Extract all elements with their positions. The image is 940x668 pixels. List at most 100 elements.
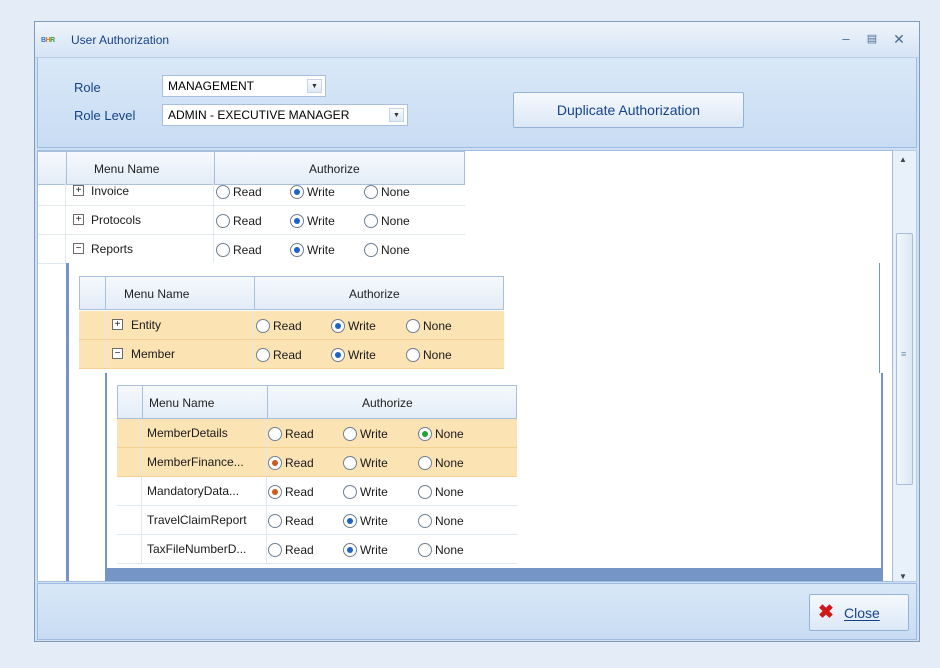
grid-row-mandatorydata[interactable]: MandatoryData... Read Write None	[117, 477, 517, 506]
close-button[interactable]: ✖ Close	[809, 594, 909, 631]
radio-button-icon[interactable]	[268, 456, 282, 470]
radio-button-icon[interactable]	[343, 456, 357, 470]
radio-button-icon[interactable]	[216, 214, 230, 228]
radio-label: Read	[233, 214, 262, 228]
radio-none[interactable]: None	[364, 243, 410, 257]
vertical-scrollbar[interactable]: ▲ ≡ ▼	[893, 150, 917, 582]
radio-button-icon[interactable]	[406, 319, 420, 333]
radio-none[interactable]: None	[406, 348, 452, 362]
radio-button-icon[interactable]	[364, 185, 378, 199]
radio-button-icon[interactable]	[418, 543, 432, 557]
minimize-icon[interactable]: –	[837, 30, 855, 48]
grid-row-memberfinance[interactable]: MemberFinance... Read Write None	[117, 448, 517, 477]
radio-button-icon[interactable]	[418, 427, 432, 441]
radio-button-icon[interactable]	[364, 214, 378, 228]
radio-read[interactable]: Read	[268, 456, 314, 470]
radio-read[interactable]: Read	[268, 485, 314, 499]
radio-button-icon[interactable]	[418, 514, 432, 528]
level3-column-menu-name: Menu Name	[149, 396, 215, 410]
scroll-down-icon[interactable]: ▼	[899, 572, 907, 581]
expand-icon[interactable]: +	[112, 319, 123, 330]
radio-button-icon[interactable]	[343, 514, 357, 528]
radio-write[interactable]: Write	[290, 243, 335, 257]
radio-read[interactable]: Read	[256, 348, 302, 362]
grid-row-protocols[interactable]: + Protocols Read Write None	[38, 206, 465, 235]
radio-label: Write	[360, 543, 388, 557]
radio-read[interactable]: Read	[256, 319, 302, 333]
radio-none[interactable]: None	[364, 185, 410, 199]
menu-name: Member	[131, 347, 176, 361]
radio-write[interactable]: Write	[290, 214, 335, 228]
radio-label: Write	[360, 485, 388, 499]
radio-write[interactable]: Write	[343, 514, 388, 528]
radio-button-icon[interactable]	[216, 185, 230, 199]
maximize-icon[interactable]: ▤	[863, 30, 881, 48]
radio-button-icon[interactable]	[290, 214, 304, 228]
grid-row-travelclaimreport[interactable]: TravelClaimReport Read Write None	[117, 506, 517, 535]
role-level-combo[interactable]: ADMIN - EXECUTIVE MANAGER ▼	[162, 104, 408, 126]
radio-button-icon[interactable]	[331, 319, 345, 333]
radio-button-icon[interactable]	[256, 319, 270, 333]
grid-row-memberdetails[interactable]: MemberDetails Read Write None	[117, 419, 517, 448]
radio-button-icon[interactable]	[406, 348, 420, 362]
radio-write[interactable]: Write	[331, 348, 376, 362]
radio-none[interactable]: None	[418, 427, 464, 441]
radio-read[interactable]: Read	[216, 214, 262, 228]
role-combo[interactable]: MANAGEMENT ▼	[162, 75, 326, 97]
grid-row-member[interactable]: − Member Read Write None	[79, 340, 504, 369]
radio-read[interactable]: Read	[268, 427, 314, 441]
radio-button-icon[interactable]	[268, 485, 282, 499]
radio-none[interactable]: None	[418, 543, 464, 557]
radio-button-icon[interactable]	[290, 243, 304, 257]
menu-name: MemberFinance...	[147, 455, 244, 469]
radio-label: Read	[285, 456, 314, 470]
expand-icon[interactable]: +	[73, 214, 84, 225]
radio-button-icon[interactable]	[268, 543, 282, 557]
chevron-down-icon[interactable]: ▼	[307, 79, 322, 93]
duplicate-authorization-button[interactable]: Duplicate Authorization	[513, 92, 744, 128]
grid-row-entity[interactable]: + Entity Read Write None	[79, 311, 504, 340]
radio-read[interactable]: Read	[268, 543, 314, 557]
radio-none[interactable]: None	[406, 319, 452, 333]
radio-read[interactable]: Read	[268, 514, 314, 528]
grid-row-taxfilenumberd[interactable]: TaxFileNumberD... Read Write None	[117, 535, 517, 564]
radio-none[interactable]: None	[418, 485, 464, 499]
grid-row-invoice[interactable]: + Invoice Read Write None	[38, 177, 465, 206]
radio-button-icon[interactable]	[268, 514, 282, 528]
radio-none[interactable]: None	[364, 214, 410, 228]
radio-label: Write	[348, 348, 376, 362]
collapse-icon[interactable]: −	[112, 348, 123, 359]
collapse-icon[interactable]: −	[73, 243, 84, 254]
radio-write[interactable]: Write	[343, 543, 388, 557]
expand-icon[interactable]: +	[73, 185, 84, 196]
reports-detail-panel: Menu Name Authorize + Entity Read Write None…	[69, 263, 883, 581]
close-icon[interactable]: ✕	[890, 30, 908, 48]
radio-button-icon[interactable]	[343, 427, 357, 441]
radio-write[interactable]: Write	[343, 456, 388, 470]
grid-row-reports[interactable]: − Reports Read Write None	[38, 235, 465, 264]
radio-write[interactable]: Write	[290, 185, 335, 199]
radio-button-icon[interactable]	[331, 348, 345, 362]
radio-button-icon[interactable]	[418, 485, 432, 499]
scroll-up-icon[interactable]: ▲	[899, 155, 907, 164]
chevron-down-icon[interactable]: ▼	[389, 108, 404, 122]
radio-write[interactable]: Write	[343, 427, 388, 441]
radio-button-icon[interactable]	[290, 185, 304, 199]
column-divider	[266, 535, 267, 563]
radio-read[interactable]: Read	[216, 185, 262, 199]
radio-write[interactable]: Write	[331, 319, 376, 333]
radio-button-icon[interactable]	[268, 427, 282, 441]
scrollbar-thumb[interactable]: ≡	[896, 233, 913, 485]
radio-button-icon[interactable]	[364, 243, 378, 257]
menu-name: Entity	[131, 318, 162, 332]
app-logo-icon: BHR	[41, 37, 55, 44]
radio-button-icon[interactable]	[216, 243, 230, 257]
radio-write[interactable]: Write	[343, 485, 388, 499]
radio-button-icon[interactable]	[343, 543, 357, 557]
radio-button-icon[interactable]	[418, 456, 432, 470]
radio-button-icon[interactable]	[256, 348, 270, 362]
radio-button-icon[interactable]	[343, 485, 357, 499]
radio-read[interactable]: Read	[216, 243, 262, 257]
radio-none[interactable]: None	[418, 456, 464, 470]
radio-none[interactable]: None	[418, 514, 464, 528]
